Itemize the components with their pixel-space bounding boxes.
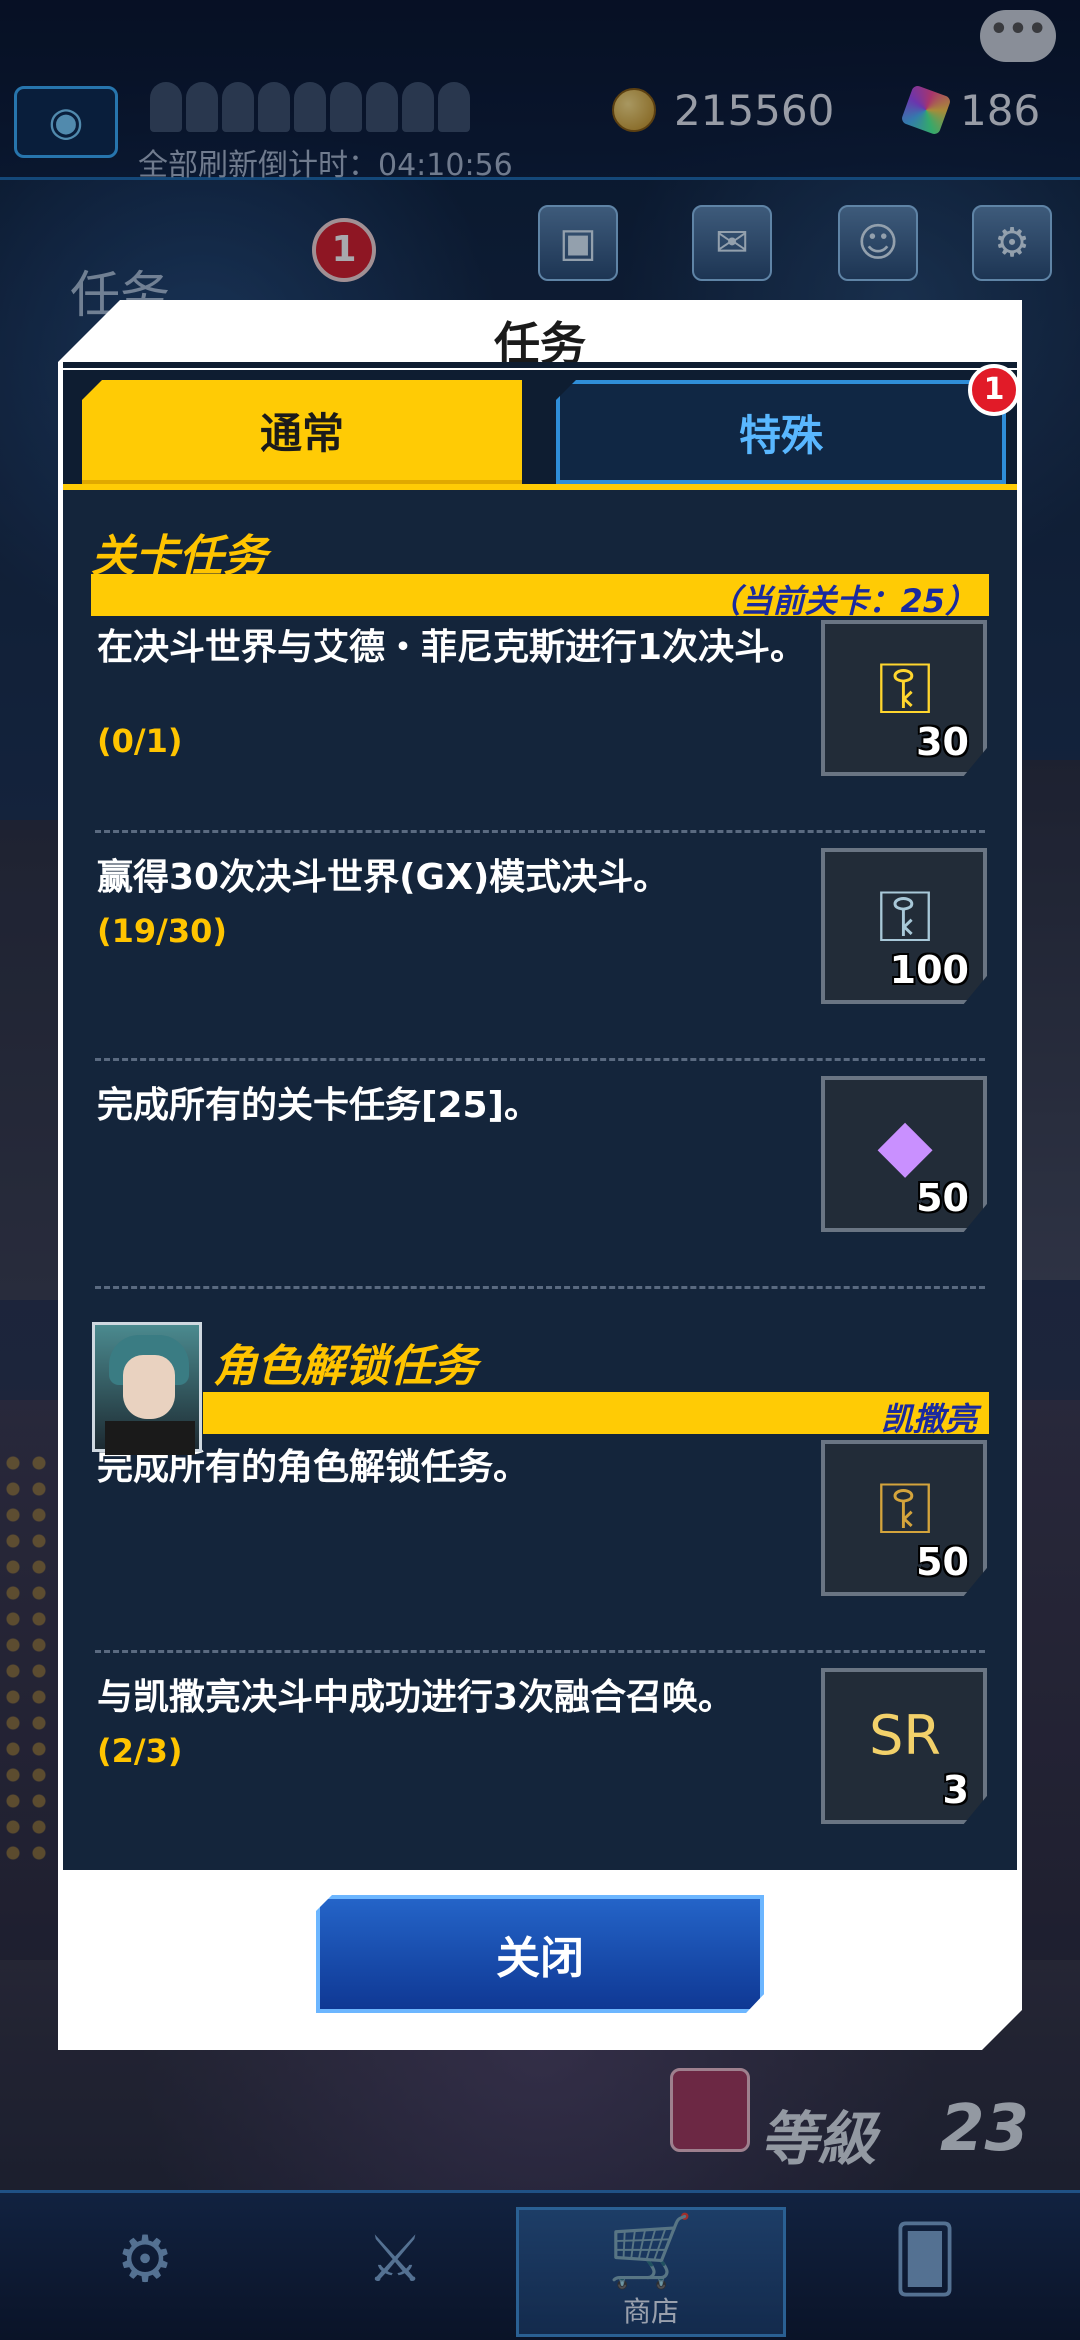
character-section-title: 角色解锁任务 bbox=[213, 1341, 477, 1392]
reward-item[interactable]: ⚿ 50 bbox=[821, 1440, 987, 1596]
tab-normal-label: 通常 bbox=[259, 408, 344, 458]
modal-header-bar bbox=[63, 362, 1017, 368]
mission-text: 在决斗世界与艾德・菲尼克斯进行1次决斗。 bbox=[97, 627, 807, 668]
mission-text: 与凯撒亮决斗中成功进行3次融合召唤。 bbox=[97, 1677, 735, 1718]
mission-text: 赢得30次决斗世界(GX)模式决斗。 bbox=[97, 857, 670, 898]
character-portrait bbox=[92, 1322, 202, 1455]
mission-text: 完成所有的角色解锁任务。 bbox=[97, 1447, 530, 1488]
reward-count: 30 bbox=[916, 720, 969, 764]
sr-ticket-icon: SR bbox=[869, 1704, 941, 1767]
reward-count: 50 bbox=[916, 1540, 969, 1584]
missions-list[interactable]: 关卡任务 （当前关卡：25） 在决斗世界与艾德・菲尼克斯进行1次决斗。 (0/1… bbox=[63, 490, 1017, 1870]
reward-item[interactable]: ⚿ 100 bbox=[821, 848, 987, 1004]
mission-divider bbox=[95, 1058, 985, 1061]
reward-item[interactable]: ⚿ 30 bbox=[821, 620, 987, 776]
character-section-bar bbox=[203, 1392, 989, 1434]
mission-progress: (19/30) bbox=[97, 912, 227, 950]
mission-divider bbox=[95, 1650, 985, 1653]
stage-section-subtitle: （当前关卡：25） bbox=[708, 582, 977, 620]
reward-item[interactable]: SR 3 bbox=[821, 1668, 987, 1824]
mission-progress: (0/1) bbox=[97, 722, 183, 760]
reward-count: 100 bbox=[889, 948, 969, 992]
tab-special-badge: 1 bbox=[968, 364, 1020, 416]
mission-divider bbox=[95, 830, 985, 833]
close-button[interactable]: 关闭 bbox=[316, 1895, 764, 2013]
character-name: 凯撒亮 bbox=[880, 1400, 977, 1438]
tab-normal[interactable]: 通常 bbox=[82, 380, 522, 484]
missions-modal: 任务 通常 特殊 1 关卡任务 （当前关卡：25） 在决斗世界与艾德・菲尼克斯进… bbox=[58, 300, 1022, 2050]
reward-count: 50 bbox=[916, 1176, 969, 1220]
tab-special-label: 特殊 bbox=[738, 410, 823, 460]
reward-count: 3 bbox=[942, 1768, 969, 1812]
close-button-label: 关闭 bbox=[496, 1933, 584, 1984]
tab-special[interactable]: 特殊 bbox=[556, 380, 1006, 484]
reward-item[interactable]: ◆ 50 bbox=[821, 1076, 987, 1232]
mission-text: 完成所有的关卡任务[25]。 bbox=[97, 1085, 541, 1126]
mission-progress: (2/3) bbox=[97, 1732, 183, 1770]
mission-divider bbox=[95, 1286, 985, 1289]
